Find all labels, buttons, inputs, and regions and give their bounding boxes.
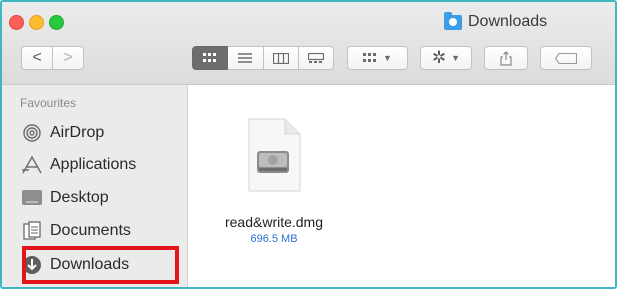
window-title: Downloads [444, 11, 548, 32]
sidebar-item-applications[interactable]: Applications [20, 151, 136, 179]
disk-image-icon [248, 118, 301, 192]
group-by-icon [363, 53, 377, 62]
sidebar-item-documents[interactable]: Documents [20, 217, 131, 245]
action-menu-button[interactable]: ✲ ▼ [420, 46, 472, 70]
minimize-window-button[interactable] [29, 15, 44, 30]
tag-icon [555, 52, 577, 64]
airdrop-icon [20, 123, 44, 143]
forward-button[interactable]: > [53, 46, 84, 70]
back-chevron-icon: < [32, 49, 42, 66]
back-button[interactable]: < [21, 46, 53, 70]
downloads-highlight-box [22, 246, 179, 284]
navigation-buttons: < > [21, 46, 84, 70]
file-name: read&write.dmg [224, 214, 324, 230]
column-view-button[interactable] [263, 46, 299, 70]
sidebar-item-airdrop[interactable]: AirDrop [20, 119, 104, 147]
sidebar-item-label: Desktop [50, 189, 109, 206]
finder-window: Downloads < > ▼ ✲ ▼ Favourites AirDrop A… [0, 0, 617, 289]
icon-view-icon [203, 53, 217, 62]
group-by-button[interactable]: ▼ [347, 46, 408, 70]
window-title-text: Downloads [468, 13, 548, 30]
share-button[interactable] [484, 46, 528, 70]
sidebar-item-label: Documents [50, 222, 131, 239]
gear-icon: ✲ [431, 48, 447, 67]
tag-button[interactable] [540, 46, 592, 70]
documents-icon [20, 221, 44, 241]
column-view-icon [272, 52, 289, 64]
sidebar-header-favourites: Favourites [20, 96, 77, 110]
sidebar-item-label: Applications [50, 156, 137, 173]
share-icon [500, 50, 512, 66]
chevron-down-icon: ▼ [383, 53, 392, 63]
sidebar-item-label: AirDrop [50, 124, 105, 141]
chevron-down-icon: ▼ [451, 53, 461, 63]
list-view-button[interactable] [228, 46, 264, 70]
view-mode-control [192, 46, 334, 70]
toolbar: Downloads < > ▼ ✲ ▼ [2, 2, 615, 85]
applications-icon [20, 155, 44, 175]
list-view-icon [238, 53, 253, 63]
desktop-icon [20, 188, 44, 208]
forward-chevron-icon: > [63, 49, 73, 66]
file-browser-area: read&write.dmg 696.5 MB [188, 85, 615, 287]
gallery-view-button[interactable] [298, 46, 334, 70]
close-window-button[interactable] [9, 15, 24, 30]
downloads-folder-icon [444, 11, 462, 30]
gallery-view-icon [307, 52, 324, 63]
sidebar-item-desktop[interactable]: Desktop [20, 184, 109, 212]
icon-view-button[interactable] [192, 46, 229, 70]
file-size: 696.5 MB [250, 233, 298, 245]
zoom-window-button[interactable] [49, 15, 64, 30]
